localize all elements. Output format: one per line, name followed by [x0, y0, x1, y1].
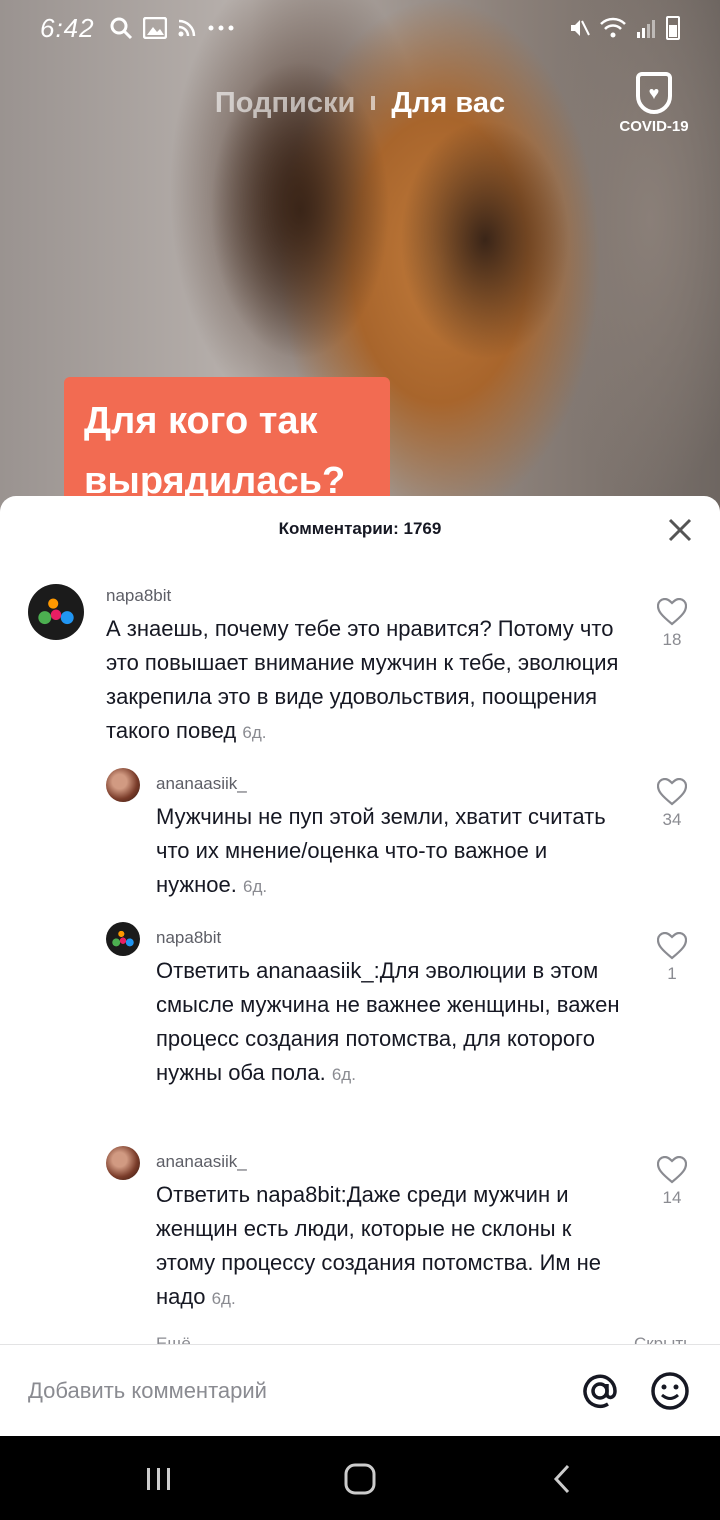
- comment-text: Ответить ananaasiik_:Для эволюции в этом…: [156, 954, 646, 1092]
- comments-header: Комментарии: 1769: [0, 496, 720, 564]
- reply-prefix: Ответить: [156, 1182, 251, 1207]
- rss-icon: [178, 19, 195, 37]
- signal-icon: [637, 20, 655, 38]
- like-count: 1: [667, 964, 677, 983]
- mute-icon: [571, 20, 590, 36]
- like-button[interactable]: 18: [652, 598, 692, 650]
- top-nav: Подписки Для вас: [0, 78, 720, 128]
- avatar[interactable]: [106, 768, 140, 802]
- heart-icon: [657, 932, 687, 960]
- home-icon: [344, 1463, 376, 1495]
- emoji-button[interactable]: [650, 1371, 690, 1411]
- heart-icon: [657, 1156, 687, 1184]
- comment-text: Мужчины не пуп этой земли, хватит считат…: [156, 800, 606, 904]
- comment-input-bar: [0, 1344, 720, 1436]
- smiley-icon: [651, 1372, 689, 1410]
- comment-body: Мужчины не пуп этой земли, хватит считат…: [156, 804, 606, 897]
- avatar[interactable]: [28, 584, 84, 640]
- back-button[interactable]: [546, 1462, 580, 1496]
- avatar[interactable]: [106, 922, 140, 956]
- reply-to-username[interactable]: napa8bit: [256, 1182, 340, 1207]
- comment-text: Ответить napa8bit:Даже среди мужчин и же…: [156, 1178, 636, 1316]
- comments-sheet: Комментарии: 1769 napa8bit А знаешь, поч…: [0, 496, 720, 1436]
- reply-prefix: Ответить: [156, 958, 251, 983]
- reply-to-username[interactable]: ananaasiik_: [256, 958, 373, 983]
- comment-date: 6д.: [211, 1289, 236, 1308]
- wifi-icon: [600, 17, 626, 38]
- recent-apps-icon: [147, 1468, 170, 1490]
- like-count: 14: [662, 1188, 682, 1207]
- comment-input[interactable]: [28, 1373, 548, 1409]
- shield-heart-icon: ♥: [636, 72, 672, 114]
- comment-text: А знаешь, почему тебе это нравится? Пото…: [106, 612, 626, 750]
- status-bar: 6:42: [0, 0, 720, 56]
- close-icon: [668, 518, 692, 542]
- tab-for-you[interactable]: Для вас: [375, 87, 521, 120]
- comments-title: Комментарии: 1769: [278, 519, 442, 538]
- comment-username[interactable]: napa8bit: [156, 928, 221, 948]
- video-hair-shape: [400, 120, 570, 360]
- at-sign-icon: [583, 1374, 617, 1409]
- comment-body: А знаешь, почему тебе это нравится? Пото…: [106, 616, 619, 743]
- heart-icon: [657, 598, 687, 626]
- status-left-icons: [109, 16, 235, 40]
- video-background[interactable]: 6:42 Подписки Для вас ♥ COVID-19 Для ког…: [0, 0, 720, 520]
- like-button[interactable]: 14: [652, 1156, 692, 1208]
- image-icon: [142, 17, 167, 39]
- comment-date: 6д.: [331, 1065, 356, 1084]
- like-count: 18: [662, 630, 682, 649]
- heart-icon: [657, 778, 687, 806]
- tab-following[interactable]: Подписки: [199, 87, 371, 120]
- back-icon: [553, 1464, 570, 1494]
- avatar[interactable]: [106, 1146, 140, 1180]
- home-button[interactable]: [343, 1462, 377, 1496]
- comment-username[interactable]: napa8bit: [106, 586, 171, 606]
- covid-button[interactable]: ♥ COVID-19: [614, 72, 694, 135]
- search-icon: [110, 17, 132, 40]
- battery-icon: [666, 16, 680, 40]
- more-dots-icon: [208, 25, 234, 31]
- status-time: 6:42: [40, 12, 95, 43]
- comment-username[interactable]: ananaasiik_: [156, 774, 247, 794]
- status-right-icons: [568, 16, 680, 40]
- system-nav-bar: [0, 1436, 720, 1520]
- like-button[interactable]: 34: [652, 778, 692, 830]
- mention-button[interactable]: [580, 1371, 620, 1411]
- like-button[interactable]: 1: [652, 932, 692, 984]
- close-button[interactable]: [666, 516, 694, 544]
- comment-username[interactable]: ananaasiik_: [156, 1152, 247, 1172]
- recent-apps-button[interactable]: [142, 1462, 176, 1496]
- comment-date: 6д.: [242, 877, 268, 896]
- covid-label: COVID-19: [619, 118, 689, 135]
- comment-date: 6д.: [242, 723, 267, 742]
- like-count: 34: [662, 810, 682, 829]
